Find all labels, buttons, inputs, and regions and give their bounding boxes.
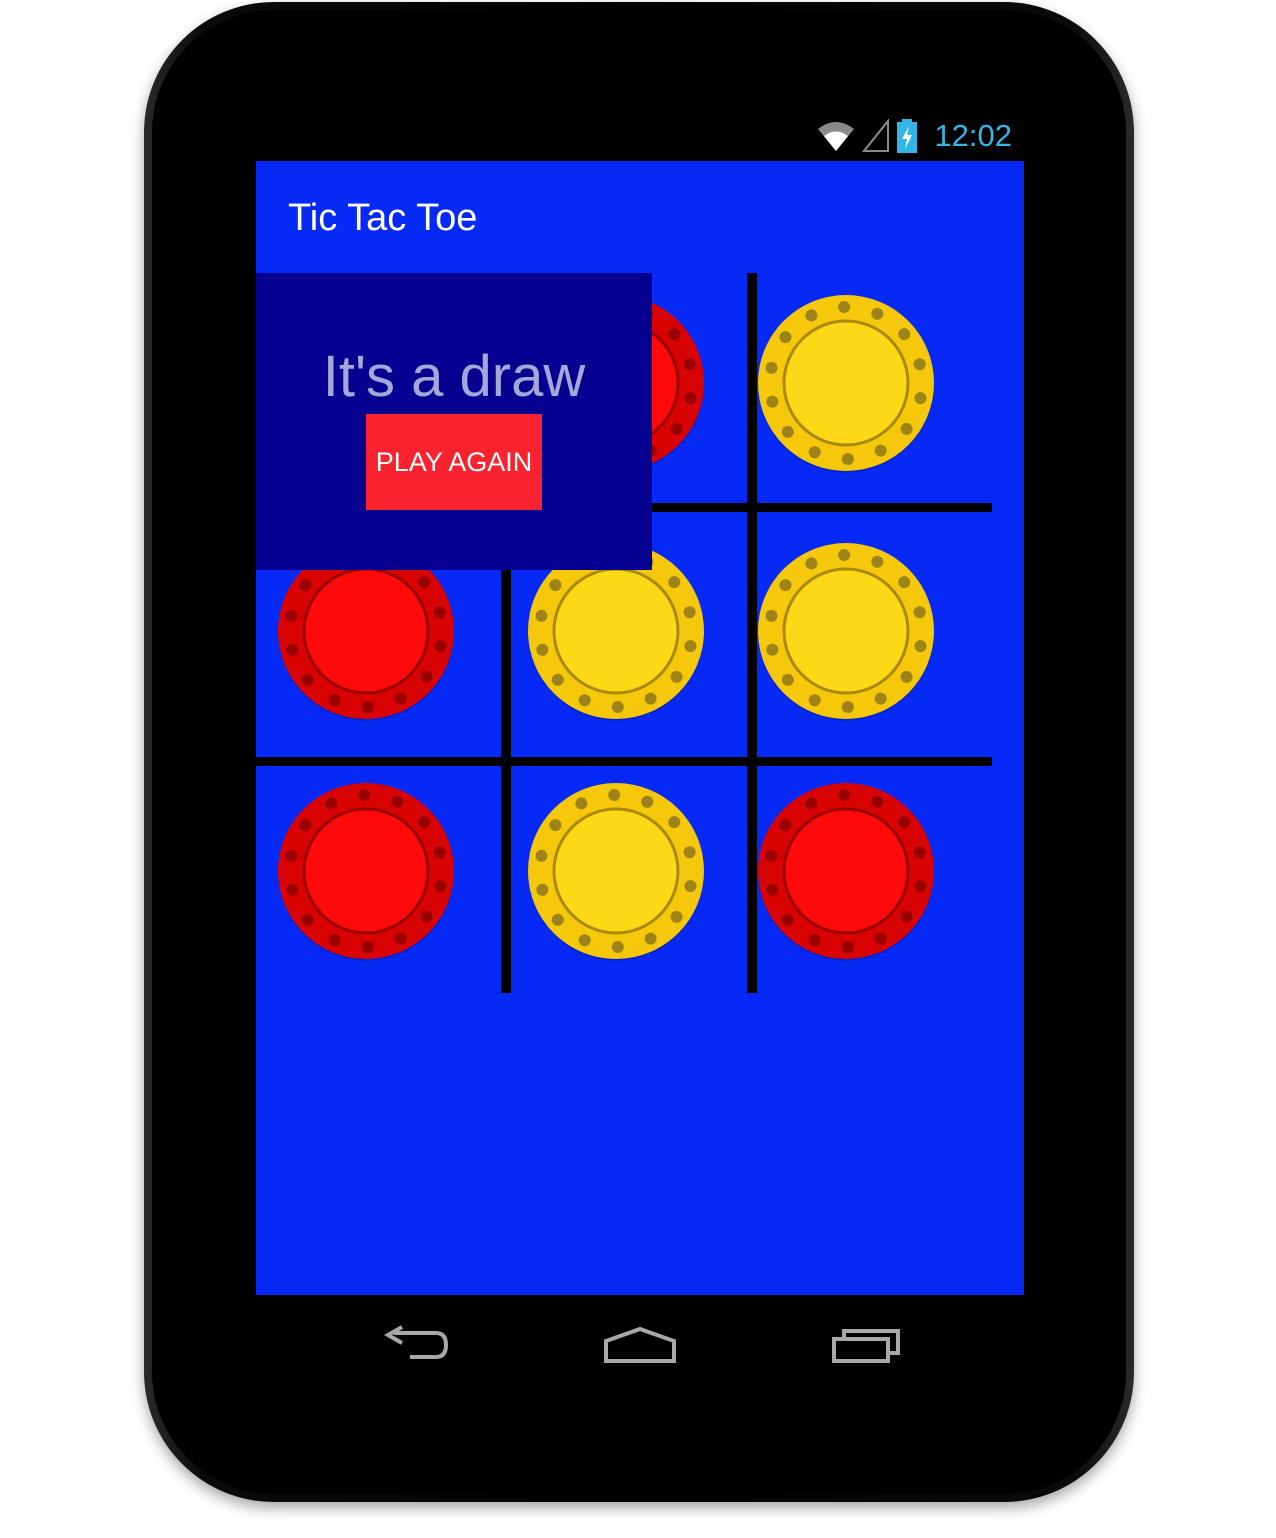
yellow-chip: [758, 295, 934, 473]
yellow-chip: [758, 543, 934, 721]
grid-line-horizontal-2: [256, 757, 992, 766]
grid-line-vertical-1: [501, 506, 511, 993]
red-chip: [278, 783, 454, 961]
yellow-chip: [528, 783, 704, 961]
app-screen: Tic Tac Toe It's a draw PLAY AGAIN: [256, 161, 1024, 1295]
board-cell[interactable]: [756, 541, 936, 721]
recent-apps-icon: [832, 1329, 900, 1363]
status-icons: 12:02: [816, 116, 1012, 156]
result-message: It's a draw: [322, 344, 586, 409]
result-dialog: It's a draw PLAY AGAIN: [256, 273, 652, 570]
board-cell[interactable]: [756, 781, 936, 961]
board-cell[interactable]: [756, 293, 936, 473]
battery-charging-icon: [897, 119, 918, 153]
wifi-icon: [818, 122, 855, 151]
red-chip: [758, 783, 934, 961]
board-cell[interactable]: [526, 781, 706, 961]
grid-line-horizontal-1: [652, 503, 992, 512]
recent-apps-button[interactable]: [816, 1315, 916, 1375]
home-button[interactable]: [590, 1315, 690, 1375]
play-again-button[interactable]: PLAY AGAIN: [366, 414, 542, 510]
status-clock: 12:02: [934, 118, 1012, 153]
cell-signal-icon: [862, 119, 890, 152]
back-button[interactable]: [366, 1315, 466, 1375]
navigation-bar: [256, 1295, 1024, 1399]
status-bar: 12:02: [256, 112, 1024, 160]
home-icon: [604, 1326, 676, 1363]
app-title: Tic Tac Toe: [288, 197, 478, 239]
board-cell[interactable]: [276, 781, 456, 961]
back-icon: [383, 1325, 449, 1359]
